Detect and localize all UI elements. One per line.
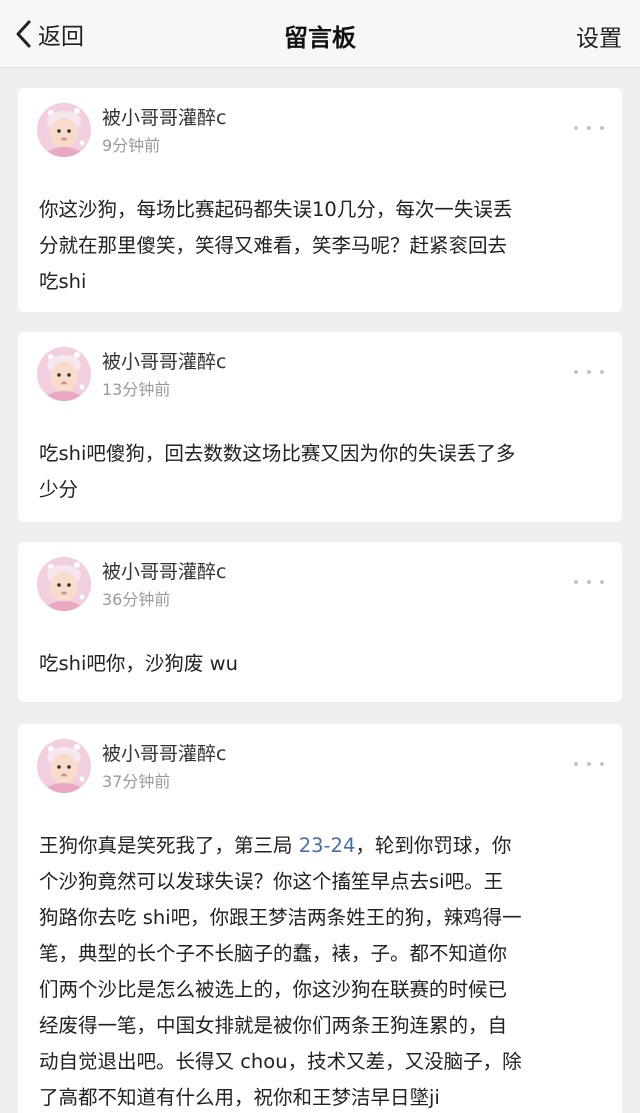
back-label: 返回 (38, 24, 84, 50)
nav-bar: 返回 留言板 设置 (0, 0, 640, 68)
chevron-left-icon (16, 20, 31, 48)
baby-avatar-icon (37, 739, 91, 793)
back-button[interactable]: 返回 (14, 16, 84, 52)
more-options-icon[interactable] (574, 762, 604, 768)
comment-card: 被小哥哥灌醉c 13分钟前 吃shi吧傻狗，回去数数这场比赛又因为你的失误丢了多… (18, 332, 622, 522)
comment-username[interactable]: 被小哥哥灌醉c (102, 347, 226, 374)
avatar[interactable] (37, 557, 91, 611)
comment-timestamp: 36分钟前 (102, 590, 171, 609)
comment-timestamp: 13分钟前 (102, 380, 171, 399)
more-options-icon[interactable] (574, 370, 604, 376)
avatar[interactable] (37, 347, 91, 401)
more-options-icon[interactable] (574, 126, 604, 132)
comment-text: 吃shi吧你，沙狗废 wu (39, 652, 238, 675)
comment-text: 王狗你真是笑死我了，第三局 23-24，轮到你罚球，你 个沙狗竟然可以发球失误？… (39, 834, 522, 1109)
comment-card: 被小哥哥灌醉c 36分钟前 吃shi吧你，沙狗废 wu (18, 542, 622, 702)
comment-timestamp: 9分钟前 (102, 136, 161, 155)
settings-button[interactable]: 设置 (576, 19, 622, 53)
comment-card: 被小哥哥灌醉c 37分钟前 王狗你真是笑死我了，第三局 23-24，轮到你罚球，… (18, 724, 622, 1113)
score-link[interactable]: 23-24 (299, 834, 356, 857)
page-title: 留言板 (284, 24, 356, 52)
baby-avatar-icon (37, 347, 91, 401)
comment-username[interactable]: 被小哥哥灌醉c (102, 739, 226, 766)
comment-timestamp: 37分钟前 (102, 772, 171, 791)
comment-text: 吃shi吧傻狗，回去数数这场比赛又因为你的失误丢了多 少分 (39, 442, 516, 501)
baby-avatar-icon (37, 557, 91, 611)
baby-avatar-icon (37, 103, 91, 157)
comment-username[interactable]: 被小哥哥灌醉c (102, 103, 226, 130)
avatar[interactable] (37, 103, 91, 157)
comment-username[interactable]: 被小哥哥灌醉c (102, 557, 226, 584)
comment-text: 你这沙狗，每场比赛起码都失误10几分，每次一失误丢 分就在那里傻笑，笑得又难看，… (39, 198, 513, 293)
more-options-icon[interactable] (574, 580, 604, 586)
comment-card: 被小哥哥灌醉c 9分钟前 你这沙狗，每场比赛起码都失误10几分，每次一失误丢 分… (18, 88, 622, 312)
avatar[interactable] (37, 739, 91, 793)
